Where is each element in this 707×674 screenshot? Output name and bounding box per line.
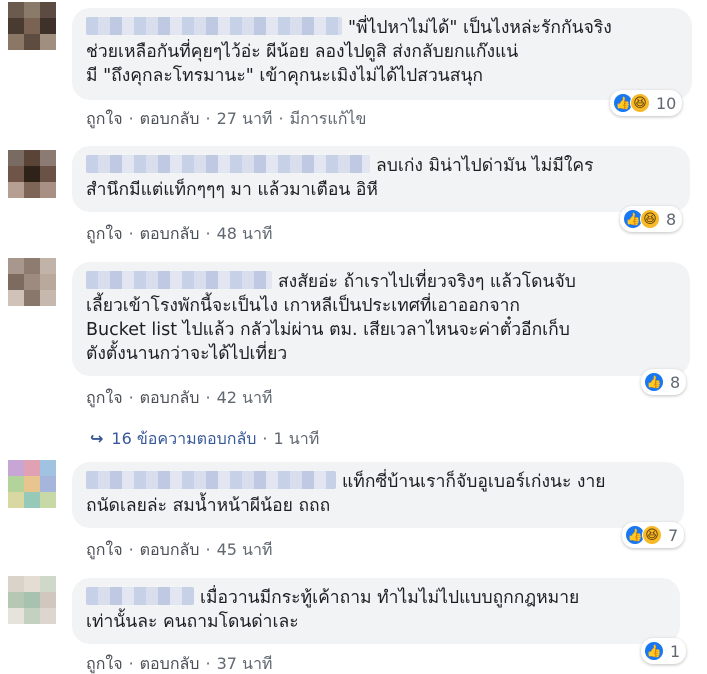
reply-arrow-icon: ↪ [90,429,104,448]
reply-link[interactable]: ตอบกลับ [140,109,200,128]
avatar[interactable] [8,150,56,198]
commenter-name[interactable] [86,587,194,605]
timestamp[interactable]: 48 นาที [217,224,273,243]
comment-bubble: "พี่ไปหาไม่ได้" เป็นไงหล่ะรักกันจริง ช่ว… [72,8,692,100]
commenter-name[interactable] [86,155,370,173]
timestamp[interactable]: 37 นาที [217,654,273,673]
avatar[interactable] [8,258,56,306]
like-link[interactable]: ถูกใจ [86,388,123,407]
thumbs-up-icon: 👍 [644,372,664,392]
comment-actions: ถูกใจ · ตอบกลับ · 27 นาที · มีการแก้ไข [86,109,367,128]
reaction-count: 7 [668,525,679,545]
reaction-count: 8 [670,372,681,392]
comment-bubble: แท็กซี่บ้านเราก็จับอูเบอร์เก่งนะ งาย ถนั… [72,462,684,528]
comment-bubble: ลบเก่ง มิน่าไปด่ามัน ไม่มีใคร สำนึกมีแต่… [72,146,690,212]
avatar[interactable] [8,460,56,508]
avatar[interactable] [8,2,56,50]
like-link[interactable]: ถูกใจ [86,654,123,673]
reaction-count: 8 [666,209,677,229]
reactions-summary[interactable]: 👍 8 [641,369,687,395]
reply-link[interactable]: ตอบกลับ [140,654,200,673]
timestamp[interactable]: 45 นาที [217,540,273,559]
commenter-name[interactable] [86,471,336,489]
replies-time: 1 นาที [273,429,320,448]
laughing-face-icon: 😆 [640,209,660,229]
edited-label[interactable]: มีการแก้ไข [290,109,367,128]
commenter-name[interactable] [86,271,272,289]
avatar[interactable] [8,576,56,624]
like-link[interactable]: ถูกใจ [86,224,123,243]
reactions-summary[interactable]: 👍 😆 7 [622,522,685,548]
reactions-summary[interactable]: 👍 😆 10 [610,90,683,116]
timestamp[interactable]: 42 นาที [217,388,273,407]
reply-link[interactable]: ตอบกลับ [140,540,200,559]
reaction-count: 10 [656,93,677,113]
replies-count[interactable]: 16 ข้อความตอบกลับ [111,429,256,448]
reaction-count: 1 [670,641,681,661]
reactions-summary[interactable]: 👍 😆 8 [620,206,683,232]
reactions-summary[interactable]: 👍 1 [641,638,687,664]
timestamp[interactable]: 27 นาที [217,109,273,128]
reply-link[interactable]: ตอบกลับ [140,388,200,407]
reply-link[interactable]: ตอบกลับ [140,224,200,243]
commenter-name[interactable] [86,17,342,35]
comment-actions: ถูกใจ · ตอบกลับ · 37 นาที [86,654,273,673]
view-replies-link[interactable]: ↪ 16 ข้อความตอบกลับ · 1 นาที [90,427,319,452]
laughing-face-icon: 😆 [630,93,650,113]
thumbs-up-icon: 👍 [644,641,664,661]
like-link[interactable]: ถูกใจ [86,109,123,128]
comment-actions: ถูกใจ · ตอบกลับ · 42 นาที [86,388,273,407]
comment-actions: ถูกใจ · ตอบกลับ · 48 นาที [86,224,273,243]
comment-actions: ถูกใจ · ตอบกลับ · 45 นาที [86,540,273,559]
laughing-face-icon: 😆 [642,525,662,545]
comment-bubble: สงสัยอ่ะ ถ้าเราไปเที่ยวจริงๆ แล้วโดนจับ … [72,262,690,376]
comment-bubble: เมื่อวานมีกระทู้เค้าถาม ทำไมไม่ไปแบบถูกก… [72,578,680,644]
like-link[interactable]: ถูกใจ [86,540,123,559]
